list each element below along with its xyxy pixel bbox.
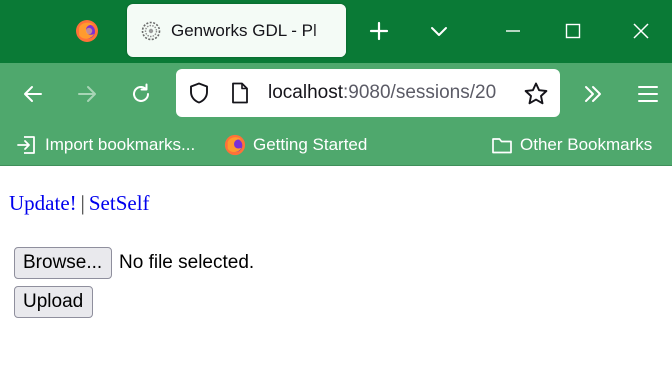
bookmark-getting-started[interactable]: Getting Started <box>224 133 367 157</box>
double-chevron-right-icon <box>585 86 601 102</box>
reload-button[interactable] <box>125 78 157 110</box>
bookmarks-toolbar: Import bookmarks... Getting Started Othe… <box>0 125 672 166</box>
bookmark-getting-started-label: Getting Started <box>253 135 368 154</box>
setself-link[interactable]: SetSelf <box>89 191 150 215</box>
chevron-down-icon <box>431 27 447 36</box>
genworks-logo-icon <box>141 21 161 41</box>
close-icon <box>633 23 649 39</box>
maximize-icon <box>565 23 581 39</box>
minimize-button[interactable] <box>498 16 528 46</box>
tab-title-fade <box>312 4 346 57</box>
firefox-logo-icon <box>76 20 98 42</box>
maximize-button[interactable] <box>558 16 588 46</box>
page-info-icon[interactable] <box>230 82 250 104</box>
tab-title: Genworks GDL - Pl <box>171 21 317 40</box>
application-menu-button[interactable] <box>632 78 664 110</box>
more-tools-button[interactable] <box>577 78 609 110</box>
link-separator: | <box>80 191 85 215</box>
forward-arrow-icon <box>78 86 96 102</box>
bookmark-star-icon[interactable] <box>523 81 549 107</box>
update-link[interactable]: Update! <box>9 191 77 215</box>
other-bookmarks-label: Other Bookmarks <box>520 135 653 154</box>
reload-icon <box>133 83 149 102</box>
import-icon <box>17 136 35 154</box>
forward-button[interactable] <box>71 78 103 110</box>
firefox-icon <box>224 134 246 156</box>
other-bookmarks[interactable]: Other Bookmarks <box>491 133 652 157</box>
tracking-protection-shield-icon[interactable] <box>188 82 210 104</box>
action-links: Update! | SetSelf <box>9 191 150 216</box>
folder-icon <box>492 138 512 154</box>
browse-button[interactable]: Browse... <box>14 247 112 279</box>
url-text[interactable]: localhost:9080/sessions/20 <box>268 81 514 105</box>
new-tab-button[interactable] <box>364 16 394 46</box>
minimize-icon <box>506 30 520 32</box>
file-selection-status: No file selected. <box>119 252 255 273</box>
back-arrow-icon <box>24 86 42 102</box>
list-all-tabs-button[interactable] <box>424 16 454 46</box>
navigation-toolbar: localhost:9080/sessions/20 <box>0 63 672 125</box>
address-bar[interactable]: localhost:9080/sessions/20 <box>176 69 560 117</box>
upload-button[interactable]: Upload <box>14 286 93 318</box>
bookmark-import-label: Import bookmarks... <box>45 135 196 154</box>
plus-icon <box>369 21 389 41</box>
close-window-button[interactable] <box>626 16 656 46</box>
hamburger-menu-icon <box>638 86 658 102</box>
back-button[interactable] <box>17 78 49 110</box>
page-content: Update! | SetSelf Browse... No file select… <box>0 166 672 382</box>
url-host: localhost <box>268 82 343 103</box>
tab-strip: Genworks GDL - Pl <box>0 0 672 63</box>
bookmark-import[interactable]: Import bookmarks... <box>16 133 195 157</box>
active-tab[interactable]: Genworks GDL - Pl <box>127 4 346 57</box>
url-path: :9080/sessions/20 <box>343 82 497 103</box>
